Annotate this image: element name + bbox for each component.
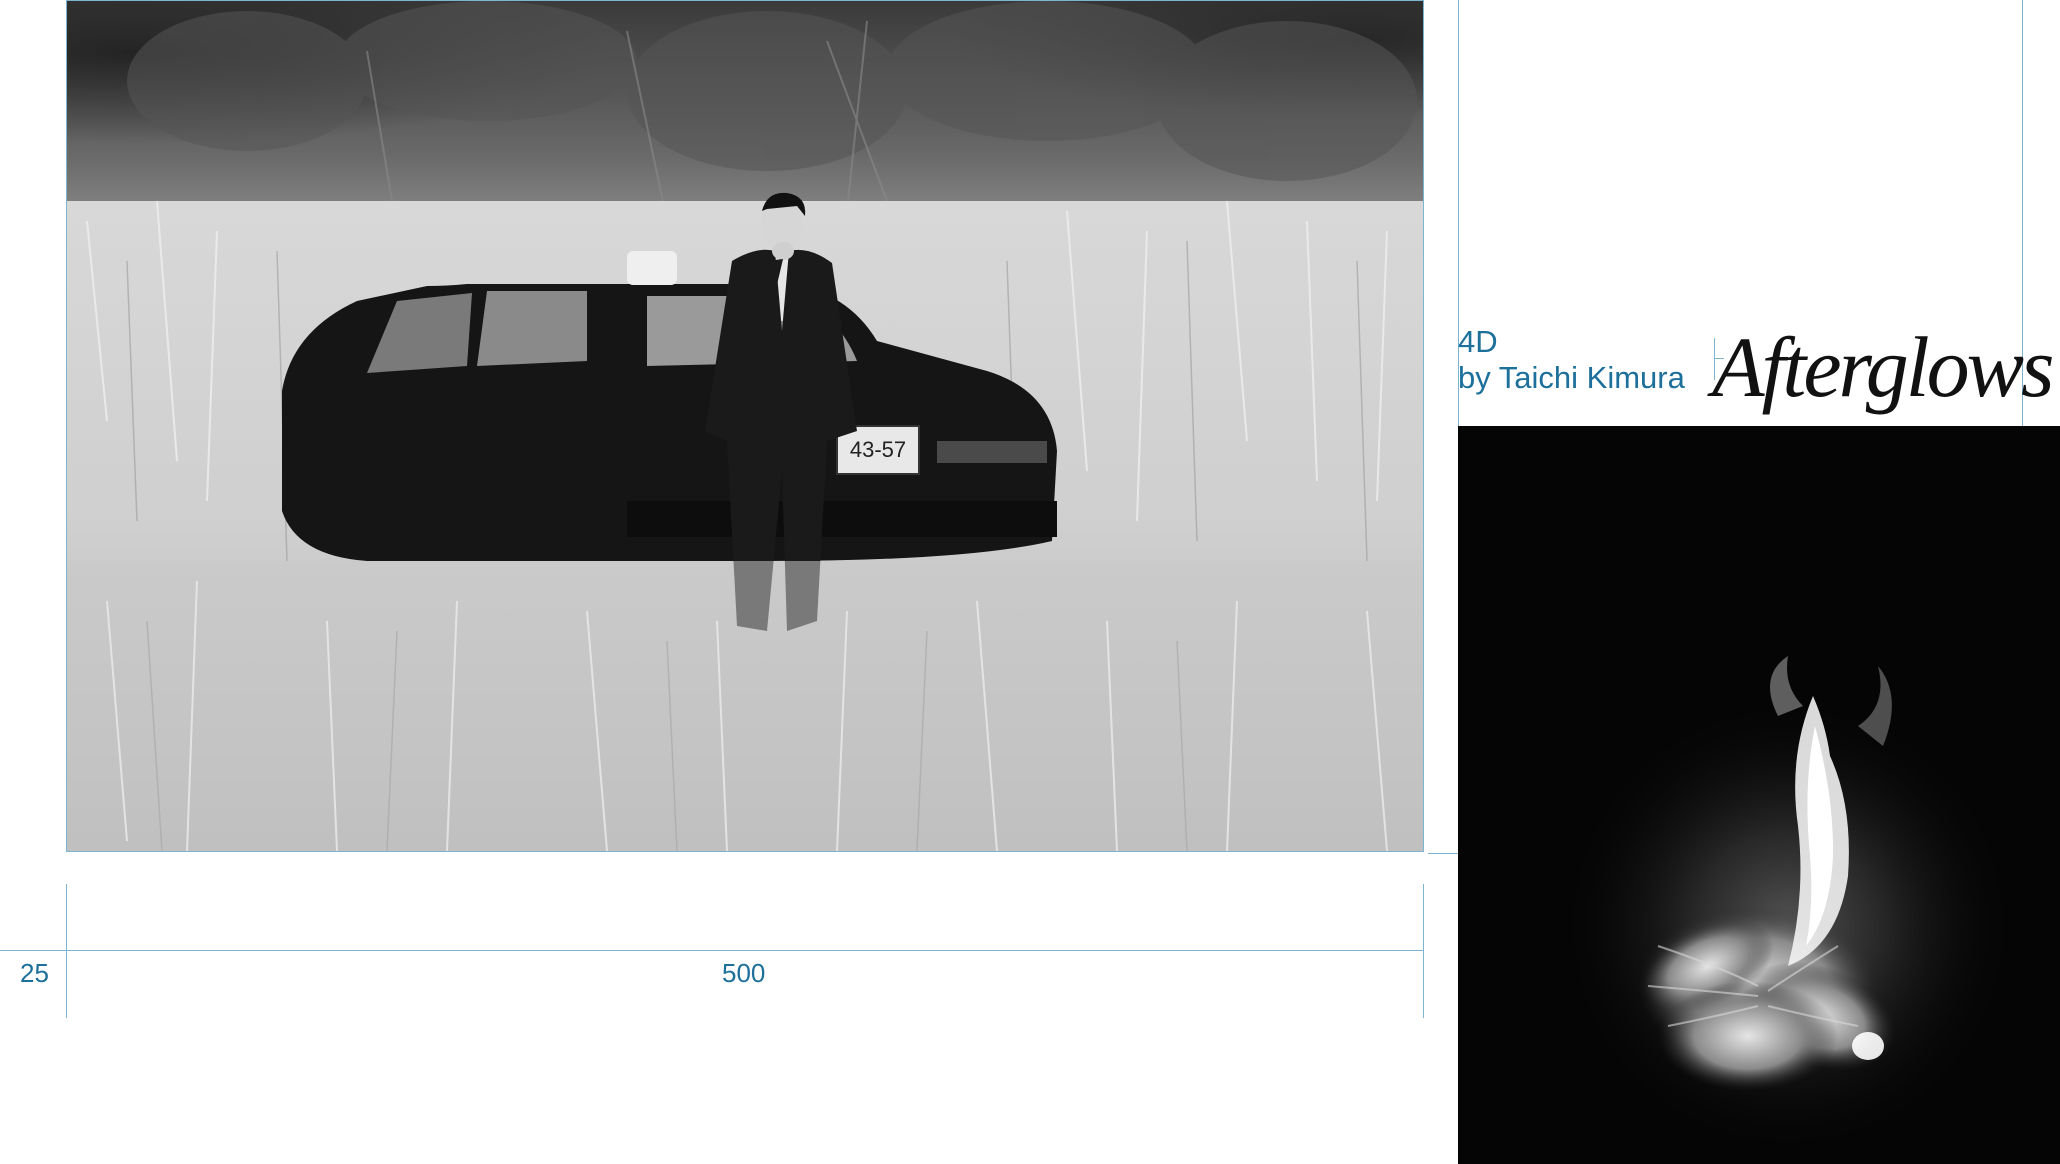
guide-measure-baseline [0, 950, 1424, 951]
flame-photo-illustration [1558, 656, 2018, 1156]
main-photo-illustration: 43-57 [67, 1, 1423, 851]
edition-code: 4D [1458, 324, 1498, 359]
author-line: by Taichi Kimura [1458, 360, 1685, 395]
afterglows-title: Afterglows [1712, 319, 2054, 415]
margin-measure-label: 25 [20, 958, 49, 988]
main-photo: 43-57 [66, 0, 1424, 852]
guide-measure-right [1423, 884, 1424, 1018]
guide-measure-left [66, 884, 67, 1018]
flame-photo [1458, 426, 2060, 1164]
width-measure-label: 500 [722, 958, 766, 988]
svg-text:43-57: 43-57 [850, 437, 906, 462]
